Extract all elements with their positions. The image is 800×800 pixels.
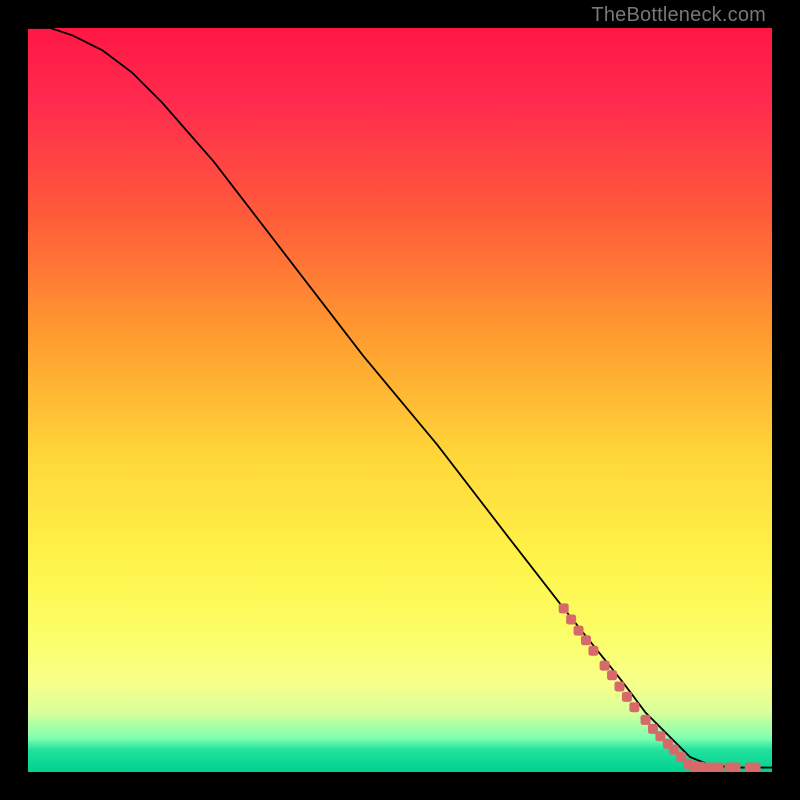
chart-frame: TheBottleneck.com — [0, 0, 800, 800]
plot-area — [28, 28, 772, 772]
heat-gradient-background — [28, 28, 772, 772]
watermark-text: TheBottleneck.com — [591, 4, 766, 27]
